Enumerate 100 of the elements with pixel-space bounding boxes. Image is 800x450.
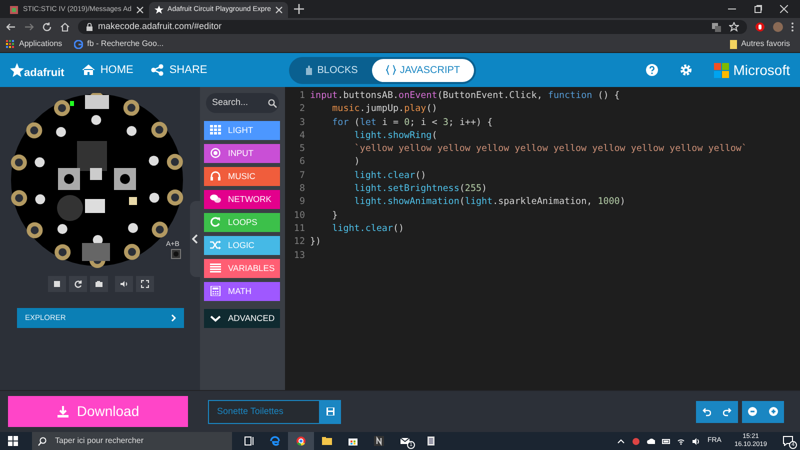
mode-toggle[interactable]: JAVASCRIPT <box>372 58 474 82</box>
translate-icon[interactable] <box>712 22 721 32</box>
code-line: light.setBrightness(255) <box>353 182 488 196</box>
minus-circle-icon <box>748 406 757 416</box>
code-line: light.showAnimation(light.sparkleAnimation, 1000) <box>353 195 626 209</box>
back-arrow-icon[interactable] <box>6 22 16 32</box>
chevron-up-icon[interactable] <box>617 436 626 446</box>
line-number: 4 <box>298 128 305 142</box>
notification-icon[interactable] <box>783 436 793 446</box>
calculator-icon <box>210 286 221 296</box>
download-icon <box>56 406 69 418</box>
battery-icon[interactable] <box>662 436 670 446</box>
extension-icon[interactable] <box>755 22 765 32</box>
zoom-out-button[interactable] <box>742 400 763 422</box>
plus-icon[interactable] <box>294 4 304 14</box>
folder-icon <box>730 40 738 48</box>
cloud-icon[interactable] <box>647 436 656 446</box>
save-icon <box>326 407 335 416</box>
bookmark[interactable]: Applications <box>6 38 62 50</box>
antivirus-icon[interactable] <box>632 436 640 446</box>
chevron-right-icon <box>171 314 176 322</box>
category-button[interactable]: INPUT <box>204 144 280 163</box>
google-g-icon <box>74 40 84 48</box>
code-line: music.jumpUp.play() <box>331 102 438 116</box>
zoom-in-button[interactable] <box>763 400 784 422</box>
help-icon[interactable] <box>646 64 658 76</box>
forward-arrow-icon[interactable] <box>24 22 34 32</box>
restart-icon[interactable] <box>74 280 82 288</box>
line-number: 1 <box>298 89 305 102</box>
push-button-icon[interactable] <box>171 249 181 259</box>
line-number: 3 <box>298 116 305 129</box>
mode-toggle[interactable]: BLOCKS <box>291 58 372 82</box>
search-field[interactable]: Search... <box>206 93 279 113</box>
category-button[interactable]: LOGIC <box>204 236 280 255</box>
category-button[interactable]: MUSIC <box>204 166 280 186</box>
loop-arrow-icon <box>210 217 221 228</box>
close-icon[interactable] <box>136 6 144 14</box>
chrome-icon[interactable] <box>296 436 306 446</box>
line-number: 5 <box>298 142 305 156</box>
line-number: 2 <box>298 102 305 116</box>
store-bag-icon[interactable] <box>348 436 358 446</box>
lines-icon <box>210 263 221 274</box>
maximize-icon[interactable] <box>754 5 762 13</box>
advanced-button[interactable]: ADVANCED <box>204 308 280 328</box>
bookmark-folder[interactable]: Autres favoris <box>730 38 794 50</box>
braces-icon <box>386 65 396 75</box>
letter-n-tile-icon[interactable] <box>374 436 384 446</box>
home-icon[interactable] <box>60 22 70 32</box>
folder-icon[interactable] <box>322 436 332 446</box>
redo-button[interactable] <box>717 400 738 422</box>
code-line: } <box>331 208 338 222</box>
edge-browser-icon[interactable] <box>270 436 280 446</box>
settings-icon[interactable] <box>680 64 692 76</box>
category-button[interactable]: LOOPS <box>204 212 280 232</box>
star-icon <box>154 5 164 15</box>
code-line: light.showRing( <box>353 128 438 142</box>
save-button[interactable] <box>320 400 341 424</box>
nav-link[interactable]: HOME <box>82 62 134 78</box>
redo-icon <box>723 406 732 416</box>
download-button[interactable]: Download <box>8 396 188 427</box>
chevron-down-icon <box>210 314 221 322</box>
document-icon[interactable] <box>426 436 436 446</box>
chevron-left-icon <box>192 234 198 244</box>
windows-logo-icon[interactable] <box>8 436 18 446</box>
apps-grid-icon <box>6 40 15 48</box>
address-bar[interactable]: makecode.adafruit.com/#editor <box>78 20 747 34</box>
lock-icon <box>86 23 93 31</box>
speaker-icon[interactable] <box>692 436 700 446</box>
line-number: 11 <box>292 222 305 236</box>
code-line: }) <box>310 235 322 249</box>
close-icon[interactable] <box>780 5 788 13</box>
category-button[interactable]: LIGHT <box>204 120 280 140</box>
url-text: makecode.adafruit.com/#editor <box>98 20 222 34</box>
category-button[interactable]: MATH <box>204 282 280 301</box>
code-line: ) <box>353 155 360 169</box>
camera-icon[interactable] <box>95 280 103 288</box>
category-button[interactable]: VARIABLES <box>204 258 280 278</box>
fullscreen-icon[interactable] <box>141 280 149 288</box>
stop-icon[interactable] <box>53 280 61 288</box>
bookmark[interactable]: fb - Recherche Goo... <box>74 38 164 50</box>
category-button[interactable]: NETWORK <box>204 190 280 209</box>
task-view-icon[interactable] <box>244 436 254 446</box>
avatar-icon[interactable] <box>773 22 783 32</box>
search-input[interactable]: Search... <box>212 96 268 110</box>
project-name-field[interactable]: Sonette Toilettes <box>208 400 320 424</box>
plus-circle-icon <box>769 406 778 416</box>
line-number: 10 <box>292 208 305 222</box>
wifi-icon[interactable] <box>677 436 686 446</box>
search-input[interactable]: Taper ici pour rechercher <box>53 434 213 448</box>
envelope-icon[interactable] <box>400 436 410 446</box>
star-outline-icon[interactable] <box>729 22 739 32</box>
reload-icon[interactable] <box>42 22 52 32</box>
nav-link[interactable]: SHARE <box>151 62 208 78</box>
headphones-icon <box>210 171 221 182</box>
taskbar-search-field[interactable]: Taper ici pour rechercher <box>32 432 232 450</box>
code-line: light.clear() <box>353 168 426 182</box>
speaker-icon[interactable] <box>120 280 128 288</box>
undo-button[interactable] <box>696 400 717 422</box>
close-icon[interactable] <box>275 6 284 14</box>
menu-icon[interactable] <box>791 22 794 32</box>
